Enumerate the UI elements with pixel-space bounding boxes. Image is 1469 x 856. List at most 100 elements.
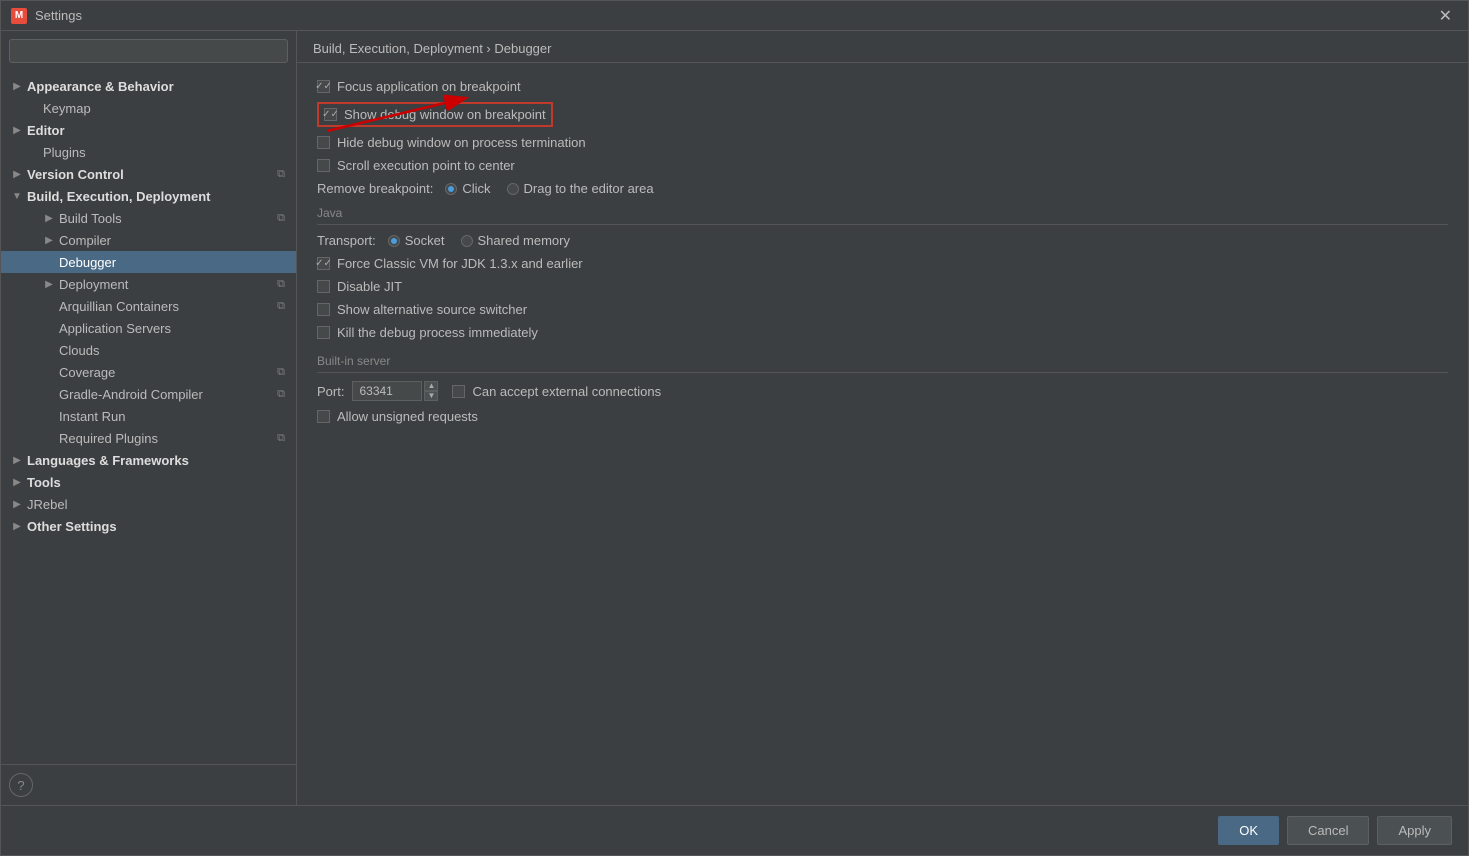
copy-icon: ⧉	[274, 431, 288, 445]
port-input[interactable]	[352, 381, 422, 401]
sidebar-item-label: Clouds	[59, 343, 288, 358]
sidebar-item-app-servers[interactable]: Application Servers	[1, 317, 296, 339]
arrow-icon	[9, 518, 25, 534]
hide-debug-window-checkbox[interactable]: Hide debug window on process termination	[317, 135, 586, 150]
cancel-button[interactable]: Cancel	[1287, 816, 1369, 845]
help-button[interactable]: ?	[9, 773, 33, 797]
apply-button[interactable]: Apply	[1377, 816, 1452, 845]
allow-unsigned-cb	[317, 410, 330, 423]
sidebar-item-gradle-android[interactable]: Gradle-Android Compiler ⧉	[1, 383, 296, 405]
sidebar-item-deployment[interactable]: Deployment ⧉	[1, 273, 296, 295]
show-alt-source-label: Show alternative source switcher	[337, 302, 527, 317]
spin-down-button[interactable]: ▼	[424, 391, 438, 401]
port-row: Port: ▲ ▼ Can accept external connection…	[317, 381, 1448, 401]
radio-drag[interactable]: Drag to the editor area	[507, 181, 654, 196]
builtin-server-section-title: Built-in server	[317, 354, 1448, 373]
sidebar-item-label: Build, Execution, Deployment	[27, 189, 288, 204]
show-alt-source-checkbox[interactable]: Show alternative source switcher	[317, 302, 527, 317]
sidebar-item-build-exec[interactable]: Build, Execution, Deployment	[1, 185, 296, 207]
sidebar-item-label: Plugins	[43, 145, 288, 160]
sidebar-item-other-settings[interactable]: Other Settings	[1, 515, 296, 537]
sidebar-item-tools[interactable]: Tools	[1, 471, 296, 493]
arrow-icon	[9, 78, 25, 94]
show-debug-window-row: ✓ Show debug window on breakpoint	[317, 102, 1448, 127]
hide-debug-window-label: Hide debug window on process termination	[337, 135, 586, 150]
sidebar-item-jrebel[interactable]: JRebel	[1, 493, 296, 515]
sidebar-item-version-control[interactable]: Version Control ⧉	[1, 163, 296, 185]
sidebar-item-label: Coverage	[59, 365, 270, 380]
sidebar-item-label: JRebel	[27, 497, 288, 512]
transport-row: Transport: Socket Shared memory	[317, 233, 1448, 248]
disable-jit-checkbox[interactable]: Disable JIT	[317, 279, 402, 294]
sidebar-item-label: Compiler	[59, 233, 288, 248]
sidebar-item-label: Languages & Frameworks	[27, 453, 288, 468]
close-button[interactable]: ✕	[1433, 4, 1458, 28]
sidebar-item-label: Tools	[27, 475, 288, 490]
arrow-icon	[41, 232, 57, 248]
force-classic-cb: ✓	[317, 257, 330, 270]
sidebar-item-languages[interactable]: Languages & Frameworks	[1, 449, 296, 471]
arrow-icon	[9, 166, 25, 182]
arrow-icon	[9, 474, 25, 490]
show-alt-source-row: Show alternative source switcher	[317, 302, 1448, 317]
focus-breakpoint-row: ✓ Focus application on breakpoint	[317, 79, 1448, 94]
sidebar-item-build-tools[interactable]: Build Tools ⧉	[1, 207, 296, 229]
radio-socket[interactable]: Socket	[388, 233, 445, 248]
sidebar-item-label: Editor	[27, 123, 288, 138]
sidebar-item-coverage[interactable]: Coverage ⧉	[1, 361, 296, 383]
main-content: Appearance & Behavior Keymap Editor Plug…	[1, 31, 1468, 805]
focus-breakpoint-cb: ✓	[317, 80, 330, 93]
search-input[interactable]	[9, 39, 288, 63]
can-accept-checkbox[interactable]: Can accept external connections	[452, 384, 661, 399]
sidebar-item-label: Instant Run	[59, 409, 288, 424]
hide-debug-window-row: Hide debug window on process termination	[317, 135, 1448, 150]
sidebar-item-label: Build Tools	[59, 211, 270, 226]
remove-breakpoint-row: Remove breakpoint: Click Drag to the edi…	[317, 181, 1448, 196]
arrow-icon	[9, 188, 25, 204]
spin-up-button[interactable]: ▲	[424, 381, 438, 391]
sidebar-item-clouds[interactable]: Clouds	[1, 339, 296, 361]
focus-breakpoint-checkbox[interactable]: ✓ Focus application on breakpoint	[317, 79, 521, 94]
sidebar-item-appearance[interactable]: Appearance & Behavior	[1, 75, 296, 97]
disable-jit-label: Disable JIT	[337, 279, 402, 294]
content-header: Build, Execution, Deployment › Debugger	[297, 31, 1468, 63]
sidebar-item-debugger[interactable]: Debugger	[1, 251, 296, 273]
copy-icon: ⧉	[274, 211, 288, 225]
allow-unsigned-checkbox[interactable]: Allow unsigned requests	[317, 409, 478, 424]
scroll-exec-checkbox[interactable]: Scroll execution point to center	[317, 158, 515, 173]
sidebar-item-label: Debugger	[59, 255, 288, 270]
hide-debug-window-cb	[317, 136, 330, 149]
sidebar-item-arquillian[interactable]: Arquillian Containers ⧉	[1, 295, 296, 317]
force-classic-checkbox[interactable]: ✓ Force Classic VM for JDK 1.3.x and ear…	[317, 256, 583, 271]
radio-shared-memory[interactable]: Shared memory	[461, 233, 570, 248]
port-spinner: ▲ ▼	[424, 381, 438, 401]
sidebar-item-compiler[interactable]: Compiler	[1, 229, 296, 251]
sidebar-item-editor[interactable]: Editor	[1, 119, 296, 141]
arrow-icon	[41, 254, 57, 270]
footer: OK Cancel Apply	[1, 805, 1468, 855]
sidebar-item-required-plugins[interactable]: Required Plugins ⧉	[1, 427, 296, 449]
radio-shared-memory-btn	[461, 235, 473, 247]
ok-button[interactable]: OK	[1218, 816, 1279, 845]
content-body: ✓ Focus application on breakpoint ✓ Show…	[297, 63, 1468, 805]
allow-unsigned-label: Allow unsigned requests	[337, 409, 478, 424]
arrow-icon	[41, 320, 57, 336]
show-debug-window-checkbox[interactable]: ✓ Show debug window on breakpoint	[317, 102, 553, 127]
kill-debug-label: Kill the debug process immediately	[337, 325, 538, 340]
focus-breakpoint-label: Focus application on breakpoint	[337, 79, 521, 94]
sidebar-item-keymap[interactable]: Keymap	[1, 97, 296, 119]
arrow-icon	[25, 100, 41, 116]
scroll-exec-row: Scroll execution point to center	[317, 158, 1448, 173]
arrow-icon	[41, 298, 57, 314]
sidebar-item-label: Keymap	[43, 101, 288, 116]
arrow-icon	[41, 386, 57, 402]
sidebar-item-plugins[interactable]: Plugins	[1, 141, 296, 163]
sidebar-item-instant-run[interactable]: Instant Run	[1, 405, 296, 427]
content-area: Build, Execution, Deployment › Debugger …	[297, 31, 1468, 805]
copy-icon: ⧉	[274, 387, 288, 401]
can-accept-label: Can accept external connections	[472, 384, 661, 399]
kill-debug-checkbox[interactable]: Kill the debug process immediately	[317, 325, 538, 340]
radio-click[interactable]: Click	[445, 181, 490, 196]
arrow-icon	[9, 122, 25, 138]
scroll-exec-cb	[317, 159, 330, 172]
